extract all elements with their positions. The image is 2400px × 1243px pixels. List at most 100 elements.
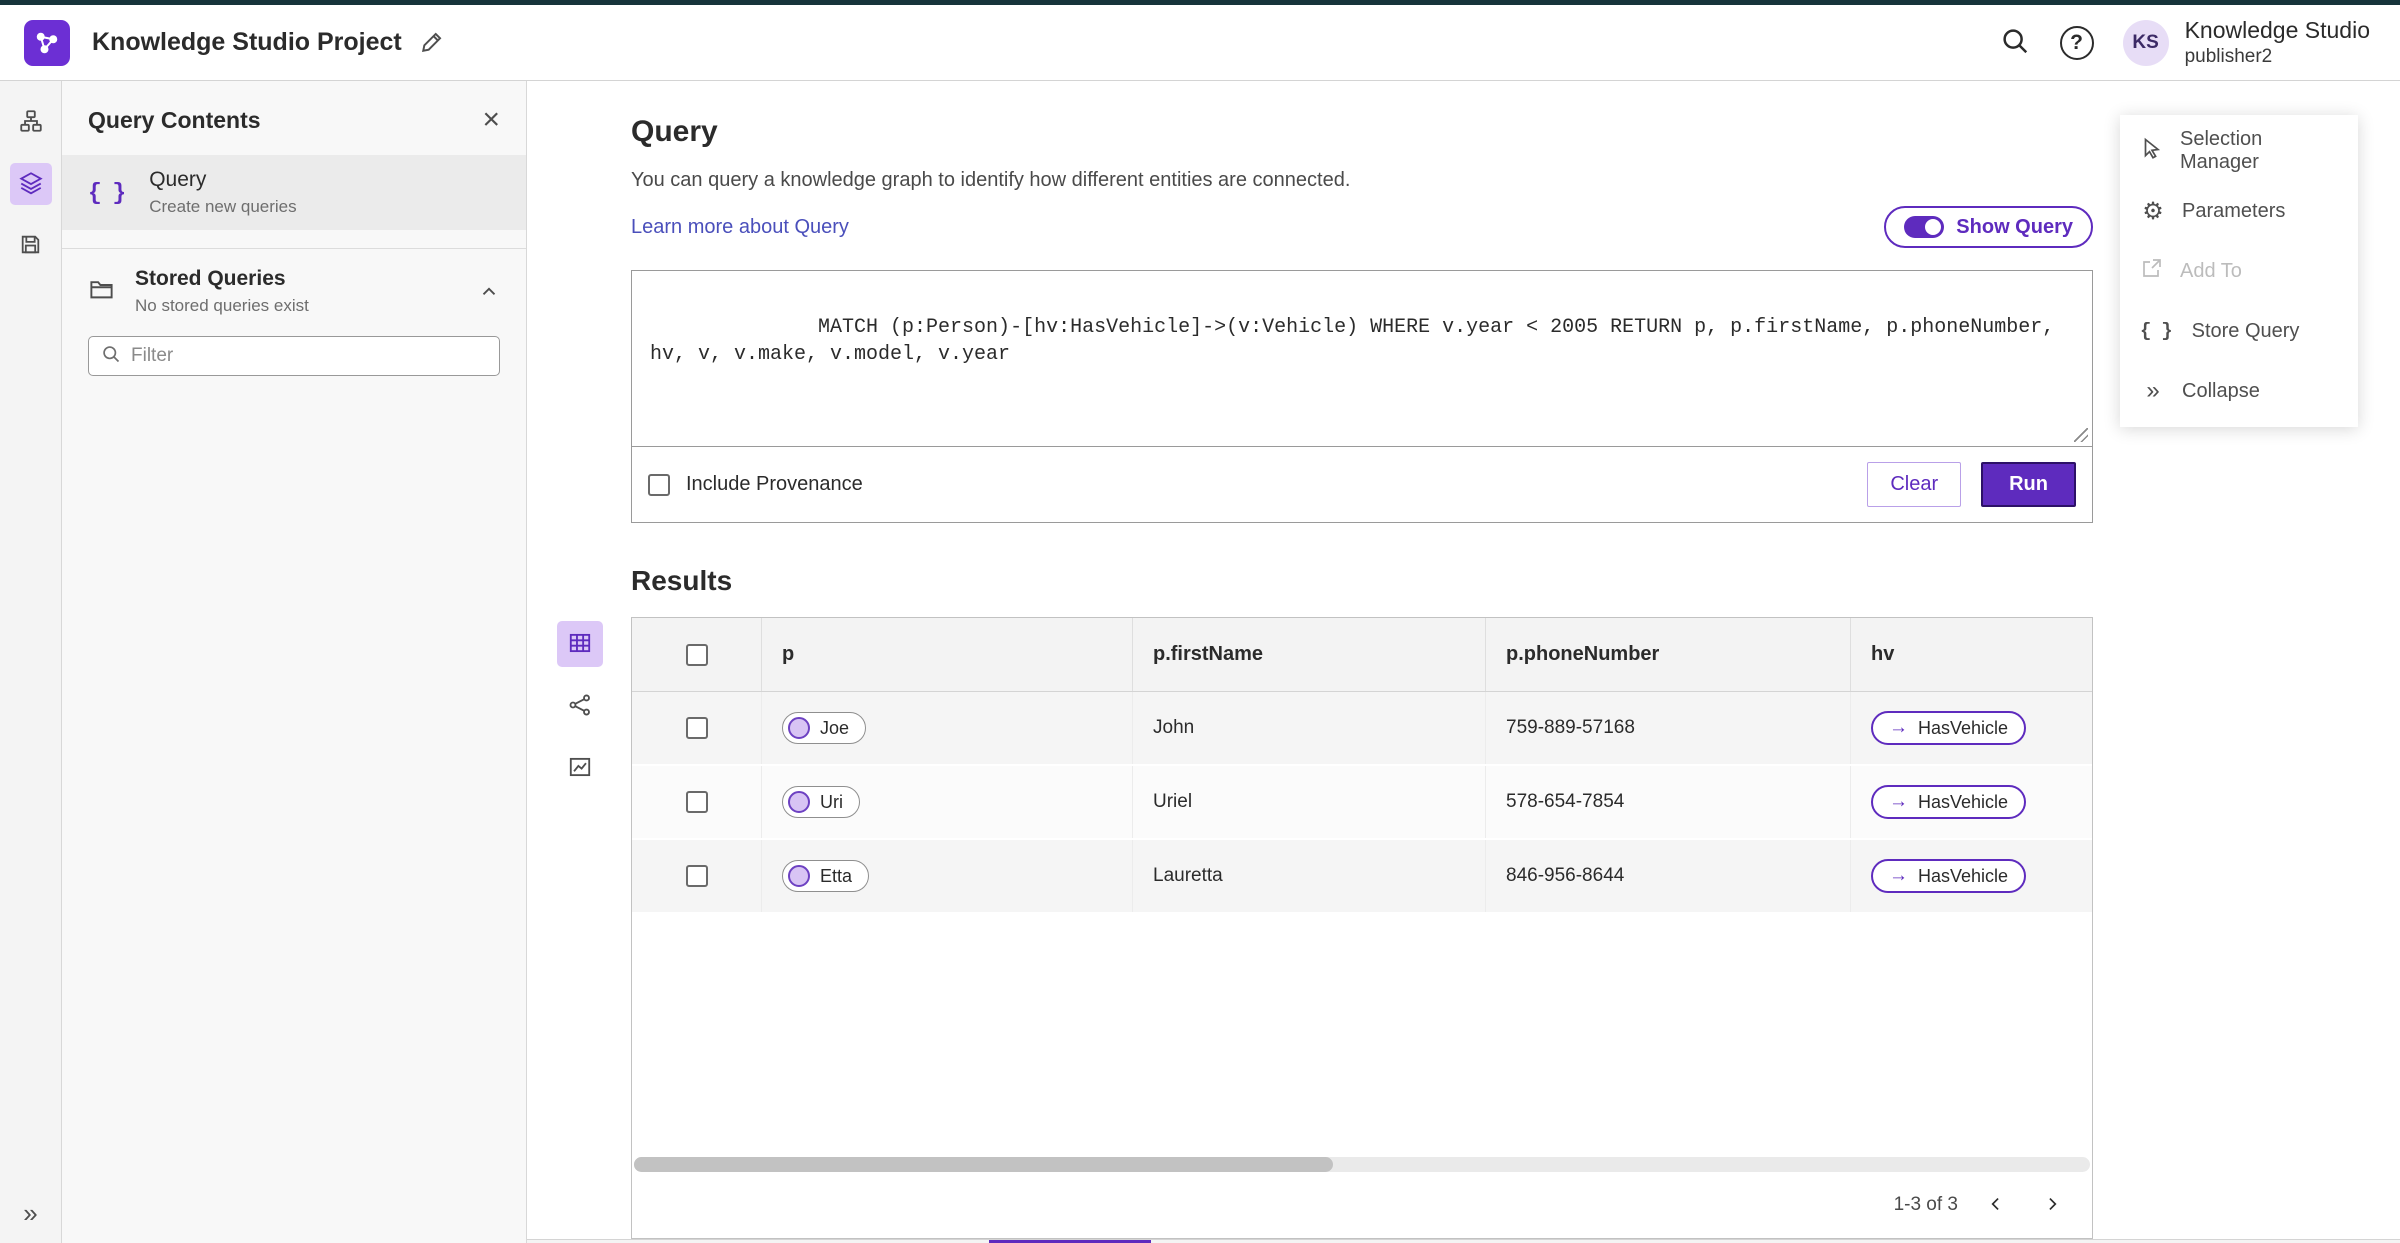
- help-icon: ?: [2059, 25, 2094, 60]
- gear-icon: ⚙: [2142, 197, 2164, 225]
- graph-icon: [567, 692, 593, 721]
- rail-expand-button[interactable]: »: [0, 1198, 61, 1229]
- previous-page-button[interactable]: [1978, 1187, 2014, 1223]
- tool-label: Collapse: [2182, 379, 2260, 402]
- stored-queries-filter: [88, 336, 500, 376]
- table-body: Joe John 759-889-57168 → HasVehicle Uri U…: [632, 692, 2092, 914]
- tool-label: Selection Manager: [2180, 128, 2263, 173]
- parameters-item[interactable]: ⚙ Parameters: [2120, 181, 2358, 241]
- view-tab-bar: Knowledge Graph × Dashboard × { } Query …: [527, 1239, 2400, 1243]
- app-logo-icon: [24, 19, 70, 66]
- stored-queries-description: No stored queries exist: [135, 296, 309, 315]
- app-window: Knowledge Studio Project ? KS Knowledge …: [0, 0, 2400, 1243]
- graph-view-button[interactable]: [557, 683, 603, 729]
- relationship-pill[interactable]: → HasVehicle: [1871, 711, 2027, 745]
- scrollbar-thumb[interactable]: [634, 1157, 1333, 1172]
- collapse-item[interactable]: » Collapse: [2120, 361, 2358, 421]
- double-chevron-right-icon: »: [23, 1198, 38, 1228]
- query-text-input[interactable]: MATCH (p:Person)-[hv:HasVehicle]->(v:Veh…: [632, 271, 2092, 447]
- query-item-description: Create new queries: [149, 197, 297, 216]
- chevron-right-icon: [2042, 1194, 2062, 1217]
- toggle-switch-icon: [1904, 216, 1945, 238]
- filter-input[interactable]: [131, 345, 487, 367]
- relationship-pill[interactable]: → HasVehicle: [1871, 785, 2027, 819]
- column-header-firstname[interactable]: p.firstName: [1133, 618, 1486, 691]
- node-icon: [788, 865, 810, 887]
- pagination: 1-3 of 3: [632, 1172, 2092, 1238]
- show-query-toggle[interactable]: Show Query: [1884, 206, 2093, 248]
- stored-queries-label: Stored Queries: [135, 267, 286, 290]
- pencil-icon: [420, 28, 446, 57]
- layers-icon: [18, 170, 44, 199]
- page-title: Query: [631, 115, 718, 148]
- user-name: publisher2: [2184, 46, 2273, 67]
- folder-icon: [88, 276, 115, 308]
- tool-label: Store Query: [2191, 319, 2300, 342]
- rail-item-data-model[interactable]: [10, 101, 52, 143]
- learn-more-link[interactable]: Learn more about Query: [631, 216, 849, 239]
- clear-button[interactable]: Clear: [1867, 462, 1962, 507]
- rail-item-contents[interactable]: [9, 163, 52, 205]
- arrow-right-icon: →: [1889, 717, 1908, 738]
- table-view-button[interactable]: [557, 621, 603, 667]
- panel-close-button[interactable]: ×: [482, 105, 500, 135]
- arrow-right-icon: →: [1889, 791, 1908, 812]
- user-block[interactable]: Knowledge Studio publisher2: [2185, 16, 2370, 69]
- include-provenance-checkbox[interactable]: [648, 473, 670, 496]
- select-all-checkbox[interactable]: [685, 643, 708, 666]
- page-description: You can query a knowledge graph to ident…: [631, 169, 1351, 191]
- column-header-p[interactable]: p: [762, 618, 1133, 691]
- entity-pill[interactable]: Etta: [782, 860, 870, 892]
- column-header-hv[interactable]: hv: [1851, 618, 2092, 691]
- relationship-label: HasVehicle: [1918, 791, 2009, 812]
- save-icon: [18, 232, 43, 260]
- table-row[interactable]: Joe John 759-889-57168 → HasVehicle: [632, 692, 2092, 766]
- next-page-button[interactable]: [2034, 1187, 2070, 1223]
- cell-firstname: Lauretta: [1133, 840, 1486, 912]
- top-bar: Knowledge Studio Project ? KS Knowledge …: [0, 5, 2400, 81]
- query-tools-panel: Selection Manager ⚙ Parameters Add To { …: [2120, 115, 2358, 427]
- selection-manager-item[interactable]: Selection Manager: [2120, 121, 2358, 181]
- horizontal-scrollbar[interactable]: [634, 1157, 2090, 1172]
- avatar[interactable]: KS: [2122, 19, 2169, 66]
- panel-title: Query Contents: [88, 106, 261, 133]
- run-button[interactable]: Run: [1981, 462, 2076, 507]
- braces-icon: { }: [88, 179, 130, 206]
- double-chevron-right-icon: »: [2146, 377, 2160, 404]
- entity-label: Uri: [820, 791, 843, 812]
- cell-firstname: John: [1133, 692, 1486, 764]
- results-title: Results: [631, 565, 733, 596]
- resize-grip[interactable]: [2074, 428, 2088, 442]
- help-button[interactable]: ?: [2053, 19, 2101, 67]
- entity-pill[interactable]: Uri: [782, 786, 860, 818]
- query-text: MATCH (p:Person)-[hv:HasVehicle]->(v:Veh…: [650, 316, 2067, 366]
- column-header-phonenumber[interactable]: p.phoneNumber: [1486, 618, 1851, 691]
- query-editor: MATCH (p:Person)-[hv:HasVehicle]->(v:Veh…: [631, 270, 2093, 523]
- hierarchy-icon: [18, 108, 44, 137]
- show-query-label: Show Query: [1956, 215, 2073, 238]
- table-icon: [567, 630, 593, 659]
- stored-queries-header[interactable]: Stored Queries No stored queries exist: [62, 249, 526, 326]
- row-checkbox[interactable]: [685, 717, 708, 739]
- store-query-item[interactable]: { } Store Query: [2120, 301, 2358, 361]
- cell-phonenumber: 846-956-8644: [1486, 840, 1851, 912]
- cell-phonenumber: 578-654-7854: [1486, 766, 1851, 838]
- relationship-label: HasVehicle: [1918, 717, 2009, 738]
- sidebar-item-query[interactable]: { } Query Create new queries: [62, 155, 526, 230]
- rail-item-save[interactable]: [10, 225, 52, 267]
- chart-icon: [567, 754, 593, 783]
- entity-pill[interactable]: Joe: [782, 712, 867, 744]
- query-contents-panel: Query Contents × { } Query Create new qu…: [62, 81, 527, 1243]
- table-row[interactable]: Etta Lauretta 846-956-8644 → HasVehicle: [632, 840, 2092, 914]
- entity-label: Etta: [820, 865, 853, 886]
- relationship-label: HasVehicle: [1918, 865, 2009, 886]
- search-button[interactable]: [1991, 19, 2039, 67]
- chevron-up-icon[interactable]: [478, 281, 500, 303]
- row-checkbox[interactable]: [685, 865, 708, 887]
- chart-view-button[interactable]: [557, 745, 603, 791]
- entity-label: Joe: [820, 717, 850, 738]
- relationship-pill[interactable]: → HasVehicle: [1871, 859, 2027, 893]
- edit-title-button[interactable]: [420, 28, 446, 57]
- row-checkbox[interactable]: [685, 791, 708, 813]
- table-row[interactable]: Uri Uriel 578-654-7854 → HasVehicle: [632, 766, 2092, 840]
